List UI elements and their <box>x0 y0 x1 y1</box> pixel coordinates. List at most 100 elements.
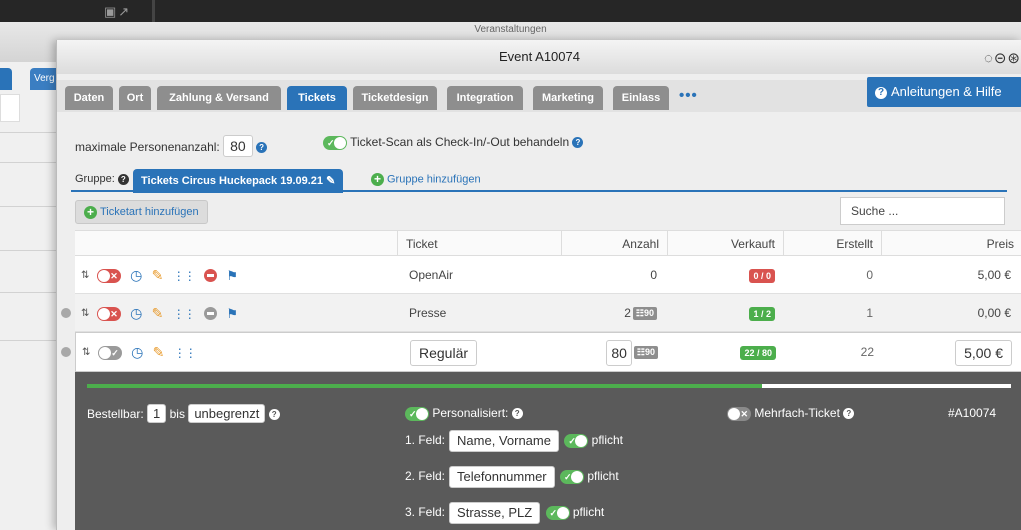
tab-ort[interactable]: Ort <box>119 86 151 110</box>
created-count: 22 <box>860 345 874 359</box>
flag-icon[interactable]: ⚑ <box>226 306 238 322</box>
scan-toggle[interactable]: ✓ <box>323 135 347 150</box>
tab-tickets[interactable]: Tickets <box>287 86 347 110</box>
field-input[interactable]: Name, Vorname <box>449 430 559 452</box>
ticket-count: 2 <box>624 306 631 320</box>
table-row-selected[interactable]: ⇅ ✓ ◷ ✎ ⋮⋮ Regulär 80 ☷90 22 / 80 22 5,00… <box>61 332 1021 372</box>
help-question-icon[interactable]: ? <box>572 137 584 149</box>
sort-arrows-icon[interactable]: ⇅ <box>81 308 89 319</box>
row-actions: ⇅ ✕ ◷ ✎ ⋮⋮ ⚑ <box>81 267 244 283</box>
sort-arrows-icon[interactable]: ⇅ <box>82 347 90 358</box>
background-tab-verg[interactable]: Verg <box>30 68 56 90</box>
sold-badge: 0 / 0 <box>749 268 775 283</box>
group-tab[interactable]: Tickets Circus Huckepack 19.09.21 ✎ <box>133 169 344 193</box>
help-question-icon[interactable]: ? <box>268 409 280 421</box>
alarm-clock-icon[interactable]: ◷ <box>130 305 142 322</box>
info-dot-icon[interactable] <box>61 308 71 318</box>
required-toggle[interactable]: ✓ <box>559 470 584 484</box>
x-icon: ✕ <box>740 408 748 419</box>
add-ticket-type-button[interactable]: + Ticketart hinzufügen <box>75 200 208 224</box>
active-toggle[interactable]: ✕ <box>96 306 121 321</box>
alarm-clock-icon[interactable]: ◷ <box>131 344 143 361</box>
header-erstellt[interactable]: Erstellt <box>783 231 881 257</box>
field-label: 2. Feld: <box>405 469 446 484</box>
modal-title: Event A10074 <box>57 40 1021 74</box>
multi-ticket-toggle[interactable]: ✕ <box>727 406 751 421</box>
required-toggle[interactable]: ✓ <box>545 506 570 520</box>
required-label: pflicht <box>591 433 624 448</box>
help-question-icon[interactable]: ? <box>511 408 523 420</box>
edit-pencil-icon[interactable]: ✎ <box>152 267 164 284</box>
max-persons-input[interactable]: 80 <box>223 135 253 157</box>
sort-arrows-icon[interactable]: ⇅ <box>81 270 89 281</box>
field-input[interactable]: Telefonnummer <box>449 466 555 488</box>
window-icons: ▣↗ <box>104 4 132 19</box>
ticket-price-input[interactable]: 5,00 € <box>955 339 1012 366</box>
header-ticket[interactable]: Ticket <box>397 231 561 257</box>
app-top-bar: ▣↗ <box>0 0 1021 22</box>
active-toggle[interactable]: ✕ <box>96 268 121 283</box>
header-anzahl[interactable]: Anzahl <box>561 231 667 257</box>
ticket-count-input[interactable]: 80 <box>606 339 632 366</box>
field-input[interactable]: Strasse, PLZ <box>449 502 541 524</box>
orderable-to-input[interactable]: unbegrenzt <box>188 404 266 423</box>
seat-grid-check-icon[interactable]: ⋮⋮ <box>174 346 197 360</box>
tab-more-icon[interactable]: ••• <box>679 86 698 110</box>
tab-einlass[interactable]: Einlass <box>613 86 669 110</box>
help-question-icon[interactable]: ? <box>256 142 268 154</box>
flag-icon[interactable]: ⚑ <box>226 268 238 284</box>
orderable-label: Bestellbar: <box>87 407 144 421</box>
field-label: 3. Feld: <box>405 505 446 520</box>
background-title: Veranstaltungen <box>474 24 547 35</box>
disable-icon[interactable] <box>204 269 218 282</box>
header-preis[interactable]: Preis <box>881 231 1021 257</box>
edit-pencil-icon[interactable]: ✎ <box>153 344 165 361</box>
background-divider <box>0 292 56 293</box>
ticket-name: OpenAir <box>409 268 454 282</box>
seat-grid-check-icon[interactable]: ⋮⋮ <box>173 307 196 321</box>
help-question-icon[interactable]: ? <box>117 173 129 185</box>
ticket-detail-panel: Bestellbar: 1 bis unbegrenzt ? ✓ Persona… <box>75 372 1021 530</box>
sold-progress-fill <box>87 384 762 388</box>
active-toggle[interactable]: ✓ <box>97 345 122 360</box>
background-side-box <box>0 94 20 122</box>
table-row[interactable]: ⇅ ✕ ◷ ✎ ⋮⋮ ⚑ OpenAir 0 0 / 0 0 5,00 € <box>75 256 1021 294</box>
background-tab-active[interactable] <box>0 68 12 90</box>
sold-progress-bar <box>87 384 1011 388</box>
tab-marketing[interactable]: Marketing <box>533 86 603 110</box>
plus-icon: + <box>84 205 97 219</box>
question-icon: ? <box>875 87 887 99</box>
max-persons-row: maximale Personenanzahl: 80 ? <box>75 135 268 157</box>
ticket-name-input[interactable]: Regulär <box>410 339 478 366</box>
window-controls-icon[interactable]: ◌⊝⊛ <box>984 49 1021 67</box>
search-input[interactable]: Suche ... <box>840 197 1005 225</box>
alarm-clock-icon[interactable]: ◷ <box>130 267 142 284</box>
edit-pencil-icon[interactable]: ✎ <box>152 305 164 322</box>
tab-ticketdesign[interactable]: Ticketdesign <box>353 86 437 110</box>
x-icon: ✕ <box>110 270 118 281</box>
tab-daten[interactable]: Daten <box>65 86 113 110</box>
scan-row: ✓ Ticket-Scan als Check-In/-Out behandel… <box>323 135 584 150</box>
personalized-toggle[interactable]: ✓ <box>405 406 429 421</box>
ticket-stock-badge: ☷90 <box>632 307 657 321</box>
ticket-price: 0,00 € <box>977 306 1011 320</box>
ticket-name: Presse <box>409 306 447 320</box>
scan-label: Ticket-Scan als Check-In/-Out behandeln <box>350 135 570 149</box>
orderable-from-input[interactable]: 1 <box>147 404 167 423</box>
add-group-button[interactable]: + Gruppe hinzufügen <box>371 173 481 186</box>
edit-pencil-icon[interactable]: ✎ <box>326 175 335 187</box>
info-dot-icon[interactable] <box>61 347 71 357</box>
tab-zahlung-versand[interactable]: Zahlung & Versand <box>157 86 281 110</box>
event-modal: Event A10074 ◌⊝⊛ Daten Ort Zahlung & Ver… <box>56 40 1021 530</box>
seat-grid-icon[interactable]: ⋮⋮ <box>173 269 196 283</box>
header-verkauft[interactable]: Verkauft <box>667 231 783 257</box>
help-question-icon[interactable]: ? <box>843 408 855 420</box>
ticket-count: 0 <box>650 268 657 282</box>
required-toggle[interactable]: ✓ <box>564 434 589 448</box>
tab-integration[interactable]: Integration <box>447 86 523 110</box>
help-button[interactable]: ? Anleitungen & Hilfe <box>867 77 1021 107</box>
table-row[interactable]: ⇅ ✕ ◷ ✎ ⋮⋮ ⚑ Presse 2 ☷90 1 / 2 1 0,00 € <box>61 294 1021 332</box>
sold-badge: 22 / 80 <box>740 345 776 360</box>
created-count: 1 <box>866 306 873 320</box>
disable-icon[interactable] <box>204 307 218 320</box>
